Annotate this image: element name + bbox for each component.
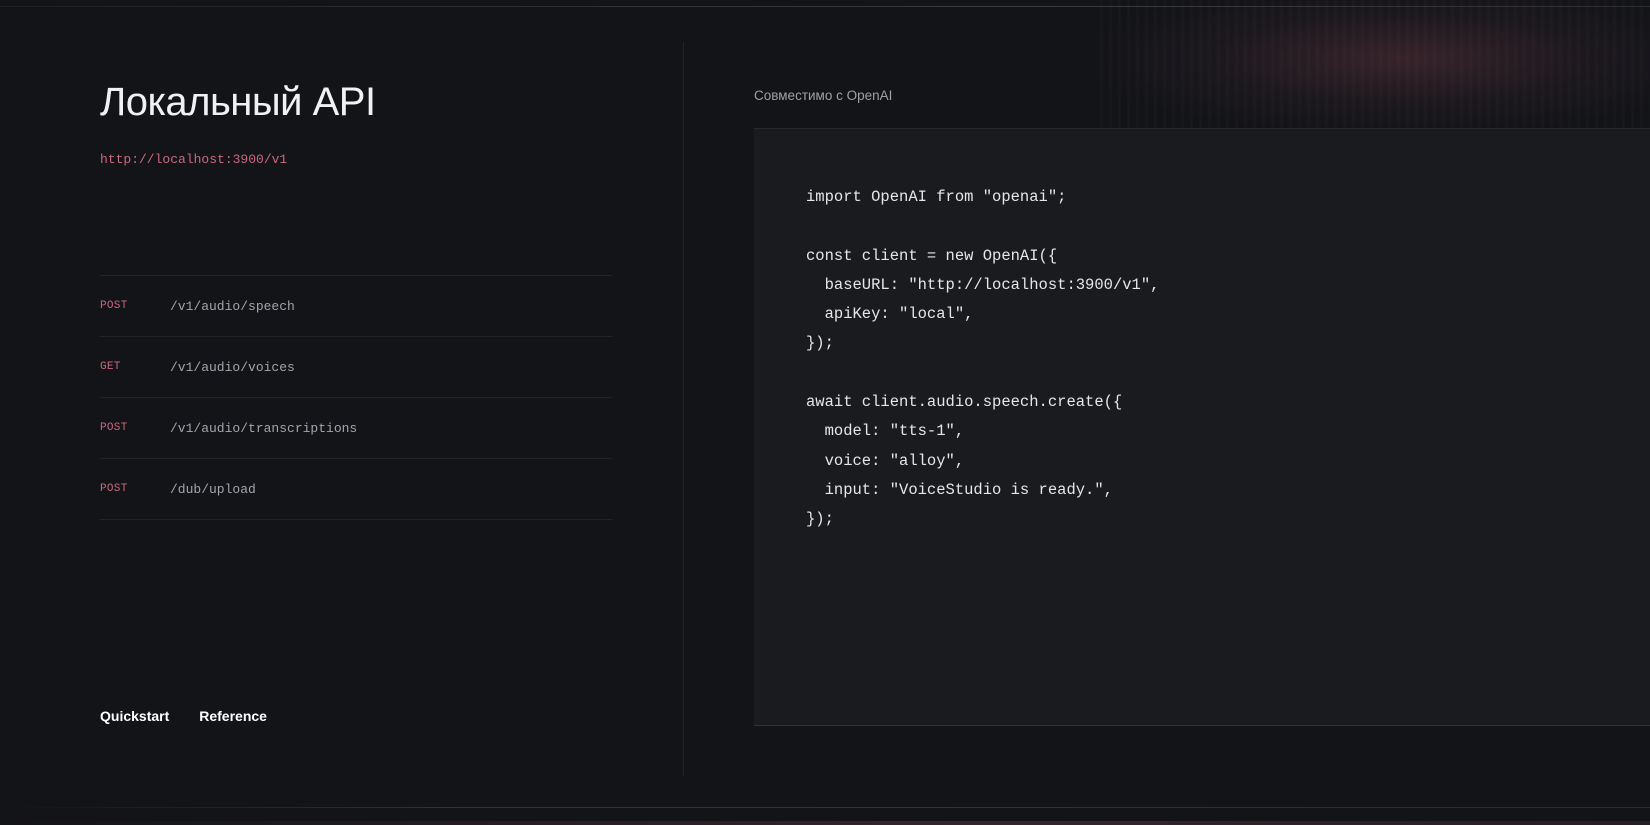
endpoint-row-speech: POST /v1/audio/speech	[100, 276, 612, 337]
endpoint-path: /v1/audio/voices	[170, 359, 295, 375]
method-badge: POST	[100, 422, 128, 434]
endpoint-row-voices: GET /v1/audio/voices	[100, 337, 612, 398]
code-line: model: "tts-1",	[806, 422, 965, 441]
code-line: const client = new OpenAI({	[806, 246, 1058, 265]
endpoint-list: POST /v1/audio/speech GET /v1/audio/voic…	[100, 275, 612, 520]
endpoint-path: /dub/upload	[170, 481, 256, 497]
endpoint-path: /v1/audio/speech	[170, 298, 295, 314]
endpoint-path: /v1/audio/transcriptions	[170, 420, 358, 436]
compat-label: Совместимо с OpenAI	[754, 88, 893, 103]
quickstart-link[interactable]: Quickstart	[100, 708, 169, 724]
method-badge: POST	[100, 300, 128, 312]
code-line: import OpenAI from "openai";	[806, 188, 1067, 206]
code-line: await client.audio.speech.create({	[806, 393, 1123, 412]
bottom-divider	[0, 807, 1650, 808]
background-glow	[1100, 0, 1650, 130]
method-badge: GET	[100, 361, 121, 373]
code-line: });	[806, 334, 834, 353]
base-url: http://localhost:3900/v1	[100, 152, 288, 167]
endpoint-row-dub-upload: POST /dub/upload	[100, 459, 612, 520]
code-line: apiKey: "local",	[806, 305, 974, 324]
code-block: import OpenAI from "openai"; const client…	[806, 183, 1159, 535]
page-title: Локальный API	[100, 80, 376, 124]
endpoint-row-transcriptions: POST /v1/audio/transcriptions	[100, 398, 612, 459]
code-line: baseURL: "http://localhost:3900/v1",	[806, 275, 1160, 294]
code-panel: import OpenAI from "openai"; const client…	[754, 128, 1650, 726]
top-divider	[0, 6, 1650, 7]
footer-links: Quickstart Reference	[100, 708, 267, 724]
bottom-glow	[0, 821, 1650, 825]
reference-link[interactable]: Reference	[199, 708, 267, 724]
code-line: input: "VoiceStudio is ready.",	[806, 480, 1113, 499]
code-line: });	[806, 510, 834, 529]
column-divider	[683, 42, 684, 776]
code-line: voice: "alloy",	[806, 451, 965, 470]
method-badge: POST	[100, 483, 128, 495]
